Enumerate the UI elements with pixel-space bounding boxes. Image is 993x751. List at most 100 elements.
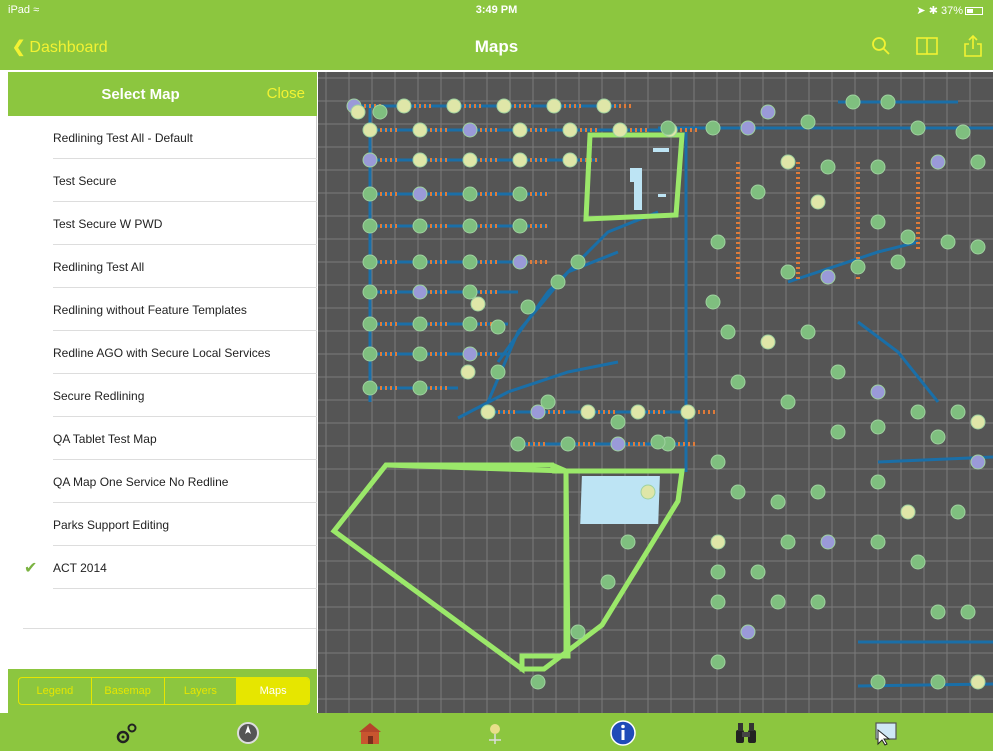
checkmark-icon: ✔ xyxy=(24,560,38,577)
map-node xyxy=(910,554,926,570)
map-list-item-label: Redlining without Feature Templates xyxy=(53,303,247,317)
panel-title: Select Map xyxy=(101,86,180,103)
map-node xyxy=(462,152,478,168)
map-node xyxy=(870,419,886,435)
map-node xyxy=(540,394,556,410)
map-list-item[interactable]: QA Map One Service No Redline xyxy=(8,460,317,503)
map-node xyxy=(820,534,836,550)
map-node xyxy=(720,324,736,340)
map-node xyxy=(596,98,612,114)
map-list-item[interactable]: Redlining without Feature Templates xyxy=(8,288,317,331)
water-main xyxy=(857,320,940,403)
tab-legend[interactable]: Legend xyxy=(19,678,92,704)
select-tool-icon[interactable] xyxy=(872,720,900,746)
map-list-item[interactable]: Redlining Test All - Default xyxy=(8,116,317,159)
map-node xyxy=(800,114,816,130)
map-node xyxy=(950,504,966,520)
map-node xyxy=(940,234,956,250)
battery-icon xyxy=(965,7,983,16)
map-list-item-label: Test Secure xyxy=(53,174,117,188)
map-node xyxy=(830,364,846,380)
book-icon[interactable] xyxy=(915,34,939,58)
close-button[interactable]: Close xyxy=(267,85,305,102)
status-bar: iPad ≈ 3:49 PM ➤ ✱ 37% xyxy=(0,0,993,20)
map-node xyxy=(810,594,826,610)
gps-icon[interactable] xyxy=(481,720,509,746)
map-node xyxy=(412,218,428,234)
map-list-item[interactable]: Secure Redlining xyxy=(8,374,317,417)
map-node xyxy=(570,254,586,270)
map-list-item[interactable]: Parks Support Editing xyxy=(8,503,317,546)
map-node xyxy=(870,214,886,230)
map-node xyxy=(362,346,378,362)
map-node xyxy=(550,274,566,290)
search-icon[interactable] xyxy=(869,34,893,58)
map-node xyxy=(830,424,846,440)
map-node xyxy=(462,316,478,332)
map-node xyxy=(870,674,886,690)
divider xyxy=(23,628,316,629)
map-canvas[interactable] xyxy=(318,72,993,713)
map-node xyxy=(512,186,528,202)
map-node xyxy=(362,218,378,234)
map-node xyxy=(510,436,526,452)
map-list-item[interactable]: QA Tablet Test Map xyxy=(8,417,317,460)
binoculars-icon[interactable] xyxy=(732,720,760,746)
map-node xyxy=(710,234,726,250)
map-node xyxy=(530,674,546,690)
map-node xyxy=(562,152,578,168)
map-node xyxy=(462,186,478,202)
map-node xyxy=(570,624,586,640)
water-main xyxy=(486,250,619,403)
map-view[interactable] xyxy=(318,72,993,713)
map-node xyxy=(880,94,896,110)
map-list-item-label: QA Map One Service No Redline xyxy=(53,475,229,489)
gears-icon[interactable] xyxy=(113,720,141,746)
info-icon[interactable] xyxy=(609,720,637,746)
map-node xyxy=(770,594,786,610)
map-node xyxy=(780,264,796,280)
map-node xyxy=(910,120,926,136)
map-node xyxy=(610,436,626,452)
map-node xyxy=(512,152,528,168)
house-icon[interactable] xyxy=(356,720,384,746)
building-footprint xyxy=(653,148,669,152)
tab-basemap[interactable]: Basemap xyxy=(92,678,165,704)
map-node xyxy=(350,104,366,120)
map-node xyxy=(650,434,666,450)
building-footprint xyxy=(580,476,660,524)
building-footprint xyxy=(630,168,642,182)
page-title: Maps xyxy=(474,37,519,56)
map-list-item[interactable]: Test Secure W PWD xyxy=(8,202,317,245)
map-node xyxy=(780,394,796,410)
boundary-polygons xyxy=(330,132,685,674)
map-list-item[interactable]: Test Secure xyxy=(8,159,317,202)
map-node xyxy=(710,534,726,550)
water-main xyxy=(496,210,659,363)
nav-bar: ❮ Dashboard Maps xyxy=(0,20,993,70)
map-node xyxy=(462,254,478,270)
map-node xyxy=(362,254,378,270)
map-node xyxy=(630,404,646,420)
map-list-item[interactable]: ✔ ACT 2014 xyxy=(8,546,317,589)
map-node xyxy=(930,429,946,445)
map-node xyxy=(970,454,986,470)
panel-footer: Legend Basemap Layers Maps xyxy=(8,669,317,713)
map-node xyxy=(362,152,378,168)
map-node xyxy=(372,104,388,120)
tab-layers[interactable]: Layers xyxy=(165,678,238,704)
map-node xyxy=(362,284,378,300)
map-node xyxy=(710,564,726,580)
map-list-item[interactable]: Redline AGO with Secure Local Services xyxy=(8,331,317,374)
map-list-item[interactable]: Redlining Test All xyxy=(8,245,317,288)
map-node xyxy=(970,239,986,255)
map-node xyxy=(412,380,428,396)
map-node xyxy=(660,120,676,136)
share-icon[interactable] xyxy=(961,34,985,58)
map-list-item-label: Secure Redlining xyxy=(53,389,145,403)
map-list-item-label: Redline AGO with Secure Local Services xyxy=(53,346,271,360)
compass-icon[interactable] xyxy=(234,720,262,746)
map-node xyxy=(412,346,428,362)
tab-maps[interactable]: Maps xyxy=(237,678,309,704)
map-node xyxy=(600,574,616,590)
